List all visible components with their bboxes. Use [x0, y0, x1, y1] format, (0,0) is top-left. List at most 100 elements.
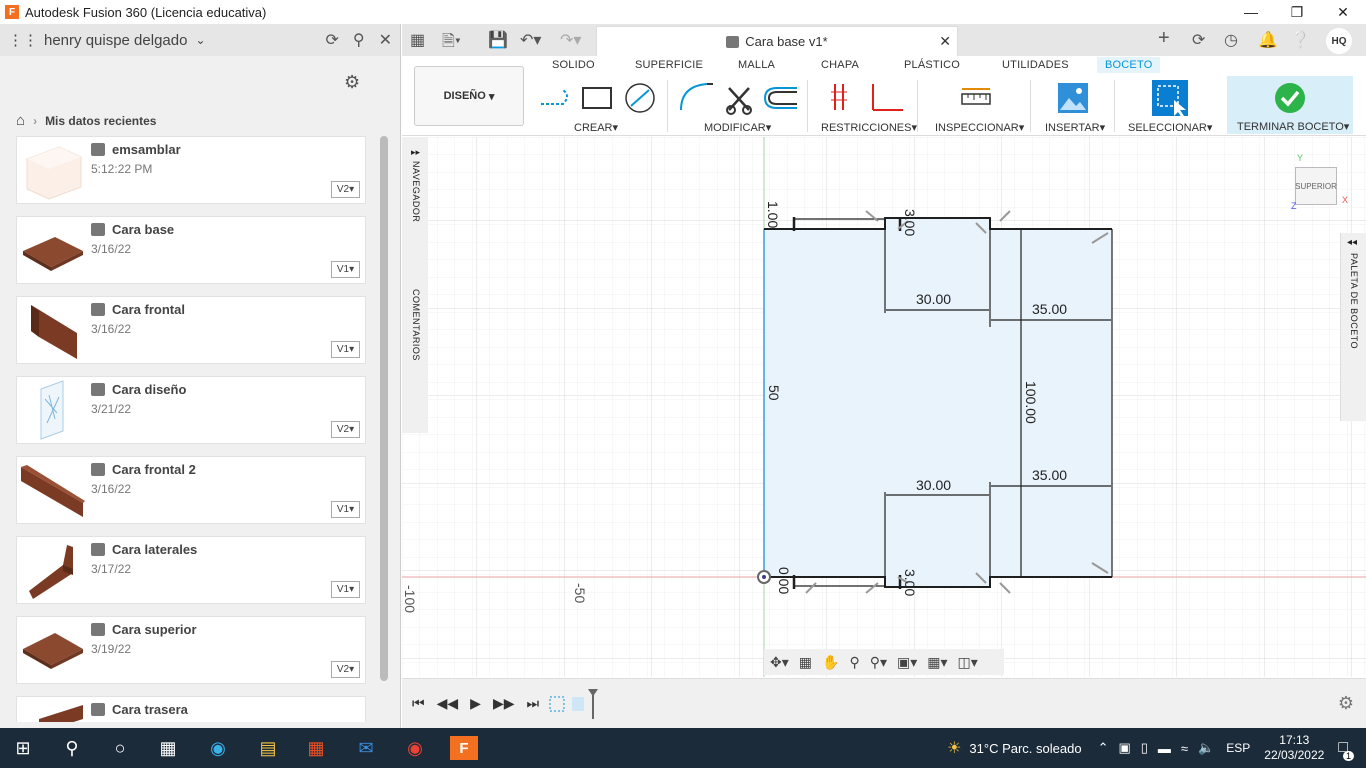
- dim-30-top[interactable]: 30.00: [916, 291, 951, 307]
- tab-utilidades[interactable]: UTILIDADES: [1002, 59, 1069, 71]
- fit-icon[interactable]: ⚲▾: [870, 654, 887, 671]
- new-tab-icon[interactable]: +: [1158, 27, 1170, 50]
- usb-icon[interactable]: ▯: [1141, 740, 1148, 756]
- group-seleccionar[interactable]: SELECCIONAR▾: [1128, 121, 1212, 134]
- extensions-icon[interactable]: ⟳: [1192, 30, 1205, 50]
- dim-bottom-small[interactable]: 0.00: [776, 567, 792, 594]
- version-dropdown[interactable]: V1 ▾: [331, 341, 360, 358]
- restore-button[interactable]: ❐: [1274, 0, 1320, 24]
- version-dropdown[interactable]: V2 ▾: [331, 421, 360, 438]
- version-dropdown[interactable]: V1 ▾: [331, 501, 360, 518]
- document-tab[interactable]: Cara base v1* ✕: [596, 26, 958, 56]
- dim-bottom-small2[interactable]: 3.00: [902, 569, 918, 596]
- chevron-down-icon[interactable]: ⌄: [195, 33, 205, 47]
- mail-icon[interactable]: ✉: [354, 736, 378, 760]
- dim-top-small2[interactable]: 3.00: [902, 209, 918, 236]
- tab-malla[interactable]: MALLA: [738, 59, 775, 71]
- save-icon[interactable]: 💾: [488, 30, 508, 50]
- create-tools-icons[interactable]: [537, 82, 657, 116]
- viewports-icon[interactable]: ◫▾: [958, 654, 978, 671]
- meet-icon[interactable]: ▣: [1118, 740, 1130, 756]
- zoom-icon[interactable]: ⚲: [849, 654, 859, 671]
- dim-top-small[interactable]: 1.00: [765, 201, 781, 228]
- dim-35-bottom[interactable]: 35.00: [1032, 467, 1067, 483]
- first-step-icon[interactable]: ⏮: [412, 695, 425, 712]
- help-icon[interactable]: ❔: [1290, 30, 1310, 50]
- group-modificar[interactable]: MODIFICAR▾: [704, 121, 771, 134]
- last-step-icon[interactable]: ⏭: [526, 695, 539, 712]
- language-indicator[interactable]: ESP: [1226, 741, 1250, 755]
- look-at-icon[interactable]: ▦: [799, 654, 812, 671]
- tab-plastico[interactable]: PLÁSTICO: [904, 59, 960, 71]
- orbit-icon[interactable]: ✥▾: [770, 654, 789, 671]
- cortana-icon[interactable]: ○: [108, 736, 132, 760]
- file-item-cara-superior[interactable]: Cara superior 3/19/22 V2 ▾: [16, 616, 366, 684]
- file-list-scrollbar[interactable]: [380, 136, 388, 681]
- sketch-palette-tab[interactable]: ◂◂ PALETA DE BOCETO: [1340, 233, 1366, 421]
- dim-50-left[interactable]: 50: [766, 385, 782, 401]
- settings-gear-icon[interactable]: ⚙: [344, 72, 360, 93]
- breadcrumb-label[interactable]: Mis datos recientes: [45, 114, 156, 128]
- group-crear[interactable]: CREAR▾: [574, 121, 618, 134]
- weather-text[interactable]: 31°C Parc. soleado: [969, 741, 1081, 756]
- tab-boceto[interactable]: BOCETO: [1097, 57, 1161, 73]
- avatar[interactable]: HQ: [1326, 28, 1352, 54]
- file-item-cara-diseno[interactable]: Cara diseño 3/21/22 V2 ▾: [16, 376, 366, 444]
- file-item-cara-base[interactable]: Cara base 3/16/22 V1 ▾: [16, 216, 366, 284]
- viewcube[interactable]: SUPERIOR: [1295, 167, 1337, 205]
- version-dropdown[interactable]: V2 ▾: [331, 661, 360, 678]
- expand-navigator-icon[interactable]: ▸▸: [411, 147, 420, 158]
- version-dropdown[interactable]: V2 ▾: [331, 181, 360, 198]
- user-name[interactable]: henry quispe delgado: [44, 32, 187, 49]
- battery-icon[interactable]: ▬: [1158, 741, 1171, 756]
- search-icon[interactable]: ⚲: [353, 30, 365, 50]
- redo-icon[interactable]: ↷▾: [560, 30, 581, 50]
- apps-grid-icon[interactable]: ▦: [410, 30, 425, 50]
- insert-image-icon[interactable]: [1057, 82, 1089, 114]
- wifi-icon[interactable]: ≈: [1181, 741, 1188, 756]
- file-menu-icon[interactable]: 🗎▾: [442, 30, 461, 57]
- grid-settings-icon[interactable]: ▦▾: [927, 654, 947, 671]
- version-dropdown[interactable]: V1 ▾: [331, 581, 360, 598]
- file-item-emsamblar[interactable]: emsamblar 5:12:22 PM V2 ▾: [16, 136, 366, 204]
- workspace-dropdown[interactable]: DISEÑO ▾: [414, 66, 524, 126]
- group-insertar[interactable]: INSERTAR▾: [1045, 121, 1105, 134]
- close-window-button[interactable]: ✕: [1320, 0, 1366, 24]
- next-step-icon[interactable]: ▶▶: [493, 695, 515, 712]
- close-tab-icon[interactable]: ✕: [939, 33, 951, 50]
- minimize-button[interactable]: —: [1228, 0, 1274, 24]
- dim-100-height[interactable]: 100.00: [1023, 381, 1039, 424]
- display-settings-icon[interactable]: ▣▾: [897, 654, 917, 671]
- task-view-icon[interactable]: ▦: [156, 736, 180, 760]
- timeline-sketch-item[interactable]: [548, 689, 604, 721]
- group-inspeccionar[interactable]: INSPECCIONAR▾: [935, 121, 1024, 134]
- modify-tools-icons[interactable]: [677, 80, 802, 116]
- version-dropdown[interactable]: V1 ▾: [331, 261, 360, 278]
- file-explorer-icon[interactable]: ▤: [256, 736, 280, 760]
- dim-30-bottom[interactable]: 30.00: [916, 477, 951, 493]
- weather-icon[interactable]: ☀: [947, 738, 961, 758]
- undo-icon[interactable]: ↶▾: [520, 30, 541, 50]
- windows-start-icon[interactable]: ⊞: [11, 736, 35, 760]
- file-item-cara-frontal[interactable]: Cara frontal 3/16/22 V1 ▾: [16, 296, 366, 364]
- tab-solido[interactable]: SOLIDO: [552, 59, 595, 71]
- notifications-bell-icon[interactable]: 🔔: [1258, 30, 1278, 50]
- job-status-icon[interactable]: ◷: [1224, 30, 1238, 50]
- dim-35-top[interactable]: 35.00: [1032, 301, 1067, 317]
- measure-ruler-icon[interactable]: [960, 86, 992, 110]
- file-item-cara-trasera[interactable]: Cara trasera: [16, 696, 366, 722]
- volume-icon[interactable]: 🔈: [1198, 740, 1214, 756]
- file-item-cara-frontal-2[interactable]: Cara frontal 2 3/16/22 V1 ▾: [16, 456, 366, 524]
- constraint-tools-icons[interactable]: [827, 80, 907, 116]
- notifications-icon[interactable]: □ 1: [1338, 739, 1354, 761]
- store-icon[interactable]: ▦: [304, 736, 328, 760]
- sketch-grid[interactable]: 30.00 35.00 30.00 35.00 100.00 50 1.00 3…: [402, 137, 1366, 677]
- fusion-taskbar-icon[interactable]: F: [450, 736, 478, 760]
- clock[interactable]: 17:13 22/03/2022: [1264, 733, 1324, 763]
- sketch-canvas[interactable]: 30.00 35.00 30.00 35.00 100.00 50 1.00 3…: [402, 137, 1366, 677]
- grid-menu-icon[interactable]: ⋮⋮: [8, 31, 38, 49]
- search-icon[interactable]: ⚲: [60, 736, 84, 760]
- edge-icon[interactable]: ◉: [206, 736, 230, 760]
- group-restricciones[interactable]: RESTRICCIONES▾: [821, 121, 917, 134]
- show-hidden-icons[interactable]: ⌃: [1098, 740, 1109, 756]
